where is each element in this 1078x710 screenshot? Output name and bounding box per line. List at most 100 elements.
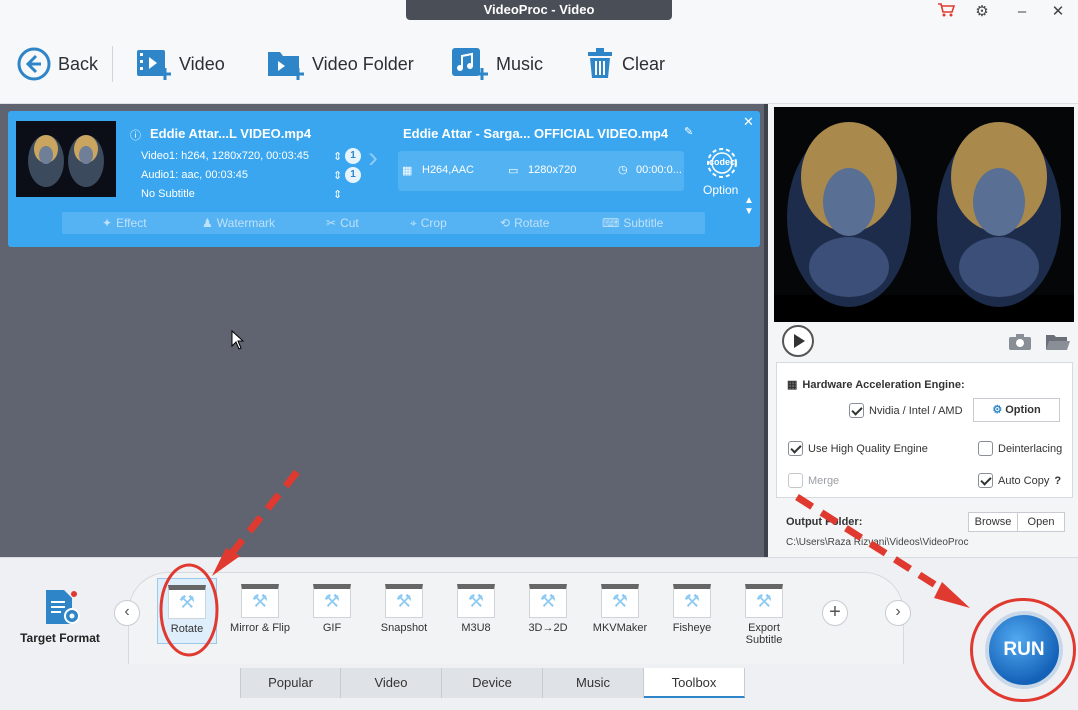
wrench-icon [529,584,567,618]
format-label: MKVMaker [592,622,648,634]
high-quality-box[interactable] [788,441,803,456]
output-folder-label: Output Folder: [786,516,863,528]
open-button[interactable]: Open [1017,512,1065,532]
target-format-button[interactable]: Target Format [16,588,104,645]
tab-device[interactable]: Device [442,668,543,698]
open-folder-icon[interactable] [1045,333,1071,356]
film-add-icon [137,50,171,80]
trash-icon [588,48,612,78]
hw-vendor-label: Nvidia / Intel / AMD [869,404,963,417]
format-label: Export Subtitle [745,622,783,646]
close-icon[interactable]: ✕ [1046,2,1070,22]
format-label: M3U8 [461,622,491,634]
video-track-stepper[interactable]: ⇕ [333,150,342,163]
merge-box[interactable] [788,473,803,488]
deinterlacing-box[interactable] [978,441,993,456]
auto-copy-checkbox[interactable]: Auto Copy ? [978,473,1061,488]
main-toolbar: Back Video Video Folder Music Clear [0,24,1078,104]
clear-button[interactable]: Clear [584,42,665,86]
high-quality-checkbox[interactable]: Use High Quality Engine [788,441,928,456]
settings-panel: ▦ Hardware Acceleration Engine: Nvidia /… [776,362,1073,498]
output-file-name: Eddie Attar - Sarga... OFFICIAL VIDEO.mp… [403,126,669,141]
add-video-button[interactable]: Video [135,42,225,86]
crop-label: Crop [420,216,447,230]
format-item-gif[interactable]: GIF [302,584,362,634]
add-video-label: Video [179,53,225,74]
gear-icon[interactable]: ⚙ [970,2,994,22]
back-button[interactable]: Back [16,42,98,86]
format-item-rotate[interactable]: Rotate [157,578,217,644]
tab-toolbox[interactable]: Toolbox [644,668,745,698]
cut-button[interactable]: ✂ Cut [326,212,359,234]
target-format-icon [46,590,80,624]
auto-copy-label: Auto Copy [998,474,1050,487]
format-item-fisheye[interactable]: Fisheye [662,584,722,634]
format-item-export-subtitle[interactable]: Export Subtitle [734,584,794,646]
format-item-m3u8[interactable]: M3U8 [446,584,506,634]
format-label: Mirror & Flip [230,622,290,634]
clock-icon: ◷ [618,164,628,176]
deinterlacing-checkbox[interactable]: Deinterlacing [978,441,1062,456]
format-item-snapshot[interactable]: Snapshot [374,584,434,634]
subtitle-label: Subtitle [623,216,664,230]
run-button[interactable]: RUN [985,611,1063,689]
edit-tools-row: ✦ Effect ♟ Watermark ✂ Cut ⌖ Crop ⟲ Rotate ⌨ S… [62,212,705,234]
gear-icon: ⚙ [992,404,1003,416]
effect-button[interactable]: ✦ Effect [102,212,147,234]
tab-video[interactable]: Video [341,668,442,698]
play-icon [794,334,805,348]
add-music-label: Music [496,53,544,74]
audio-track-stepper[interactable]: ⇕ [333,169,342,182]
format-item-mirror-flip[interactable]: Mirror & Flip [230,584,290,634]
format-item-3d-2d[interactable]: 3D→2D [518,584,578,634]
hw-vendor-checkbox[interactable]: Nvidia / Intel / AMD [849,403,963,418]
subtitle-stepper[interactable]: ⇕ [333,188,342,201]
scroll-right-button[interactable]: › [885,600,911,626]
hw-option-button[interactable]: ⚙ Option [973,398,1060,422]
hw-vendor-box[interactable] [849,403,864,418]
format-label: Rotate [170,623,204,635]
codec-option-label: Option [703,183,739,197]
add-music-button[interactable]: Music [450,42,543,86]
back-arrow-icon [17,47,51,81]
add-video-folder-button[interactable]: Video Folder [266,42,414,86]
audio-track-count: 1 [345,167,361,183]
deinterlacing-label: Deinterlacing [998,442,1063,455]
hw-option-label: Option [1005,404,1041,416]
tab-popular[interactable]: Popular [240,668,341,698]
auto-copy-box[interactable] [978,473,993,488]
file-card[interactable]: ⓘ Eddie Attar...L VIDEO.mp4 Video1: h264… [8,111,760,247]
cart-icon[interactable] [934,2,958,22]
scroll-left-button[interactable]: ‹ [114,600,140,626]
crop-button[interactable]: ⌖ Crop [410,212,447,234]
codec-label: codec [709,157,736,167]
rotate-label: Rotate [514,216,550,230]
edit-name-icon[interactable]: ✎ [684,125,693,138]
watermark-button[interactable]: ♟ Watermark [202,212,275,234]
info-icon[interactable]: ⓘ [130,127,141,143]
format-label: Fisheye [672,622,712,634]
back-label: Back [58,53,99,74]
play-button[interactable] [782,325,814,357]
codec-option-button[interactable]: codec [702,145,742,185]
output-path: C:\Users\Raza Rizvani\Videos\VideoProc [786,537,969,548]
crop-icon: ⌖ [410,216,417,230]
merge-checkbox[interactable]: Merge [788,473,839,488]
subtitle-button[interactable]: ⌨ Subtitle [602,212,663,234]
rotate-edit-button[interactable]: ⟲ Rotate [500,212,549,234]
snapshot-camera-icon[interactable] [1008,333,1032,356]
add-format-button[interactable]: + [822,600,848,626]
browse-button[interactable]: Browse [968,512,1018,532]
reorder-arrows-icon[interactable]: ▲ ▼ [744,195,754,217]
wrench-icon [385,584,423,618]
merge-label: Merge [808,474,840,487]
high-quality-label: Use High Quality Engine [808,442,928,455]
wrench-icon [241,584,279,618]
file-list-area: ⓘ Eddie Attar...L VIDEO.mp4 Video1: h264… [0,104,768,557]
output-codec: H264,AAC [422,164,474,176]
tab-music[interactable]: Music [543,668,644,698]
remove-file-icon[interactable]: ✕ [743,114,754,130]
minimize-icon[interactable]: – [1010,2,1034,22]
format-item-mkvmaker[interactable]: MKVMaker [590,584,650,634]
help-icon[interactable]: ? [1054,475,1061,487]
